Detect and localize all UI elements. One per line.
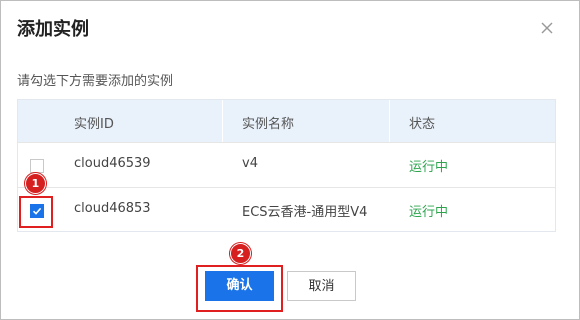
instance-status: 运行中 bbox=[409, 160, 449, 175]
table-header: 实例ID 实例名称 状态 bbox=[18, 100, 555, 142]
instance-name: v4 bbox=[242, 156, 258, 171]
add-instance-dialog: 添加实例 请勾选下方需要添加的实例 实例ID 实例名称 状态 cloud4653… bbox=[0, 0, 580, 320]
annotation-highlight-checkbox bbox=[19, 196, 53, 228]
table-row[interactable]: cloud46853 ECS云香港-通用型V4 运行中 bbox=[18, 187, 555, 233]
column-divider bbox=[222, 100, 223, 142]
confirm-button[interactable]: 确认 bbox=[205, 271, 274, 301]
row-checkbox[interactable] bbox=[30, 159, 44, 173]
table-row[interactable]: cloud46539 v4 运行中 bbox=[18, 142, 555, 188]
column-header-name: 实例名称 bbox=[242, 117, 295, 132]
instance-table: 实例ID 实例名称 状态 cloud46539 v4 运行中 cloud4685… bbox=[17, 99, 556, 232]
column-divider bbox=[389, 100, 390, 142]
instance-id: cloud46539 bbox=[74, 156, 151, 171]
step-badge-2: 2 bbox=[230, 243, 251, 264]
column-header-id: 实例ID bbox=[74, 117, 114, 132]
dialog-subtitle: 请勾选下方需要添加的实例 bbox=[17, 74, 174, 89]
step-badge-1: 1 bbox=[25, 173, 46, 194]
instance-status: 运行中 bbox=[409, 205, 449, 220]
cancel-button[interactable]: 取消 bbox=[287, 271, 356, 301]
instance-id: cloud46853 bbox=[74, 201, 151, 216]
column-header-status: 状态 bbox=[409, 117, 436, 132]
instance-name: ECS云香港-通用型V4 bbox=[242, 205, 368, 220]
dialog-title: 添加实例 bbox=[17, 19, 89, 40]
close-icon[interactable] bbox=[539, 20, 555, 36]
